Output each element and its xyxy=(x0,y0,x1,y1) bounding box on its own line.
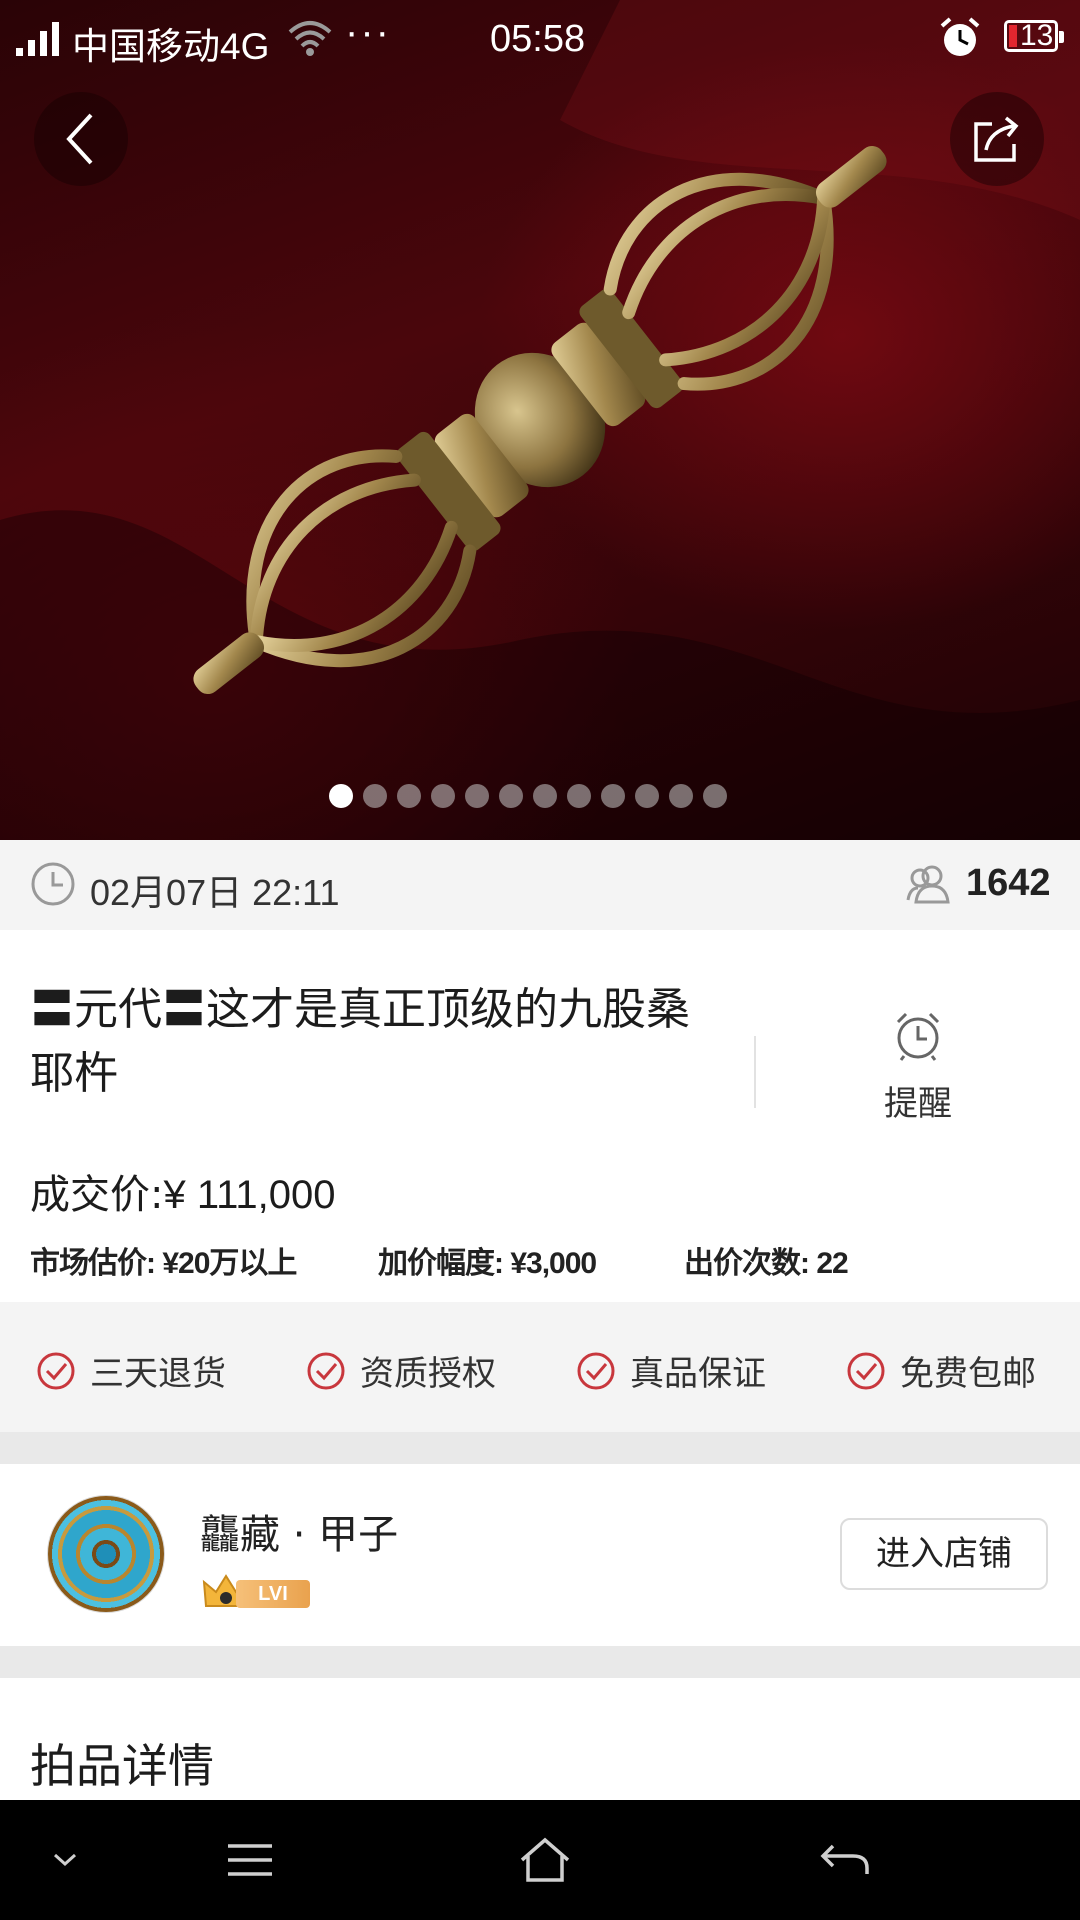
viewer-count: 1642 xyxy=(966,862,1051,904)
product-image-gallery[interactable]: 中国移动4G ··· 05:58 13 xyxy=(0,0,1080,840)
shop-avatar[interactable] xyxy=(48,1496,164,1612)
back-nav-button[interactable] xyxy=(800,1800,890,1920)
enter-shop-button[interactable]: 进入店铺 xyxy=(840,1518,1048,1590)
guarantee-label: 三天退货 xyxy=(90,1354,226,1394)
hide-nav-button[interactable] xyxy=(30,1800,100,1920)
menu-button[interactable] xyxy=(210,1800,290,1920)
auction-info-bar: 02月07日 22:11 1642 xyxy=(0,840,1080,930)
bid-count: 出价次数: 22 xyxy=(684,1247,849,1280)
guarantee-label: 真品保证 xyxy=(630,1354,766,1394)
pagination-dot[interactable] xyxy=(567,784,591,808)
item-details-heading: 拍品详情 xyxy=(30,1739,214,1793)
guarantee-label: 免费包邮 xyxy=(900,1354,1036,1394)
more-indicator: ··· xyxy=(345,10,391,54)
item-title: 〓元代〓这才是真正顶级的九股桑耶杵 xyxy=(30,984,690,1099)
price-label: 成交价: xyxy=(30,1172,164,1218)
chevron-down-icon xyxy=(53,1853,77,1867)
bid-increment: 加价幅度: ¥3,000 xyxy=(378,1247,597,1280)
deal-price: 成交价:¥ 111,000 xyxy=(30,1162,336,1220)
status-time: 05:58 xyxy=(490,18,586,60)
check-circle-icon xyxy=(577,1352,615,1389)
shop-level: LVI xyxy=(236,1580,310,1608)
pagination-dot[interactable] xyxy=(499,784,523,808)
guarantee-item: 真品保证 xyxy=(576,1346,766,1395)
guarantee-bar: 三天退货 资质授权 真品保证 免费包邮 xyxy=(0,1302,1080,1432)
shop-card[interactable]: 龘藏 · 甲子 LVI 进入店铺 xyxy=(0,1464,1080,1646)
guarantee-item: 三天退货 xyxy=(36,1346,226,1395)
menu-icon xyxy=(228,1844,272,1876)
guarantee-label: 资质授权 xyxy=(360,1354,496,1394)
status-bar: 中国移动4G ··· 05:58 13 xyxy=(0,0,1080,80)
pagination-dot[interactable] xyxy=(703,784,727,808)
check-circle-icon xyxy=(847,1352,885,1389)
auction-end-time: 02月07日 22:11 xyxy=(90,872,340,913)
pagination-dot[interactable] xyxy=(669,784,693,808)
back-button[interactable] xyxy=(34,92,128,186)
home-icon xyxy=(520,1837,570,1882)
pagination-dot[interactable] xyxy=(329,784,353,808)
alarm-icon xyxy=(940,17,980,56)
battery-icon: 13 xyxy=(1004,19,1064,52)
pagination-dot[interactable] xyxy=(635,784,659,808)
system-navigation-bar xyxy=(0,1800,1080,1920)
shop-name[interactable]: 龘藏 · 甲子 xyxy=(200,1502,398,1560)
price-value: ¥ 111,000 xyxy=(163,1173,336,1217)
check-circle-icon xyxy=(307,1352,345,1389)
guarantee-item: 免费包邮 xyxy=(846,1346,1036,1395)
pagination-dot[interactable] xyxy=(533,784,557,808)
divider xyxy=(754,1036,756,1108)
section-separator xyxy=(0,1646,1080,1678)
pagination-dot[interactable] xyxy=(363,784,387,808)
check-circle-icon xyxy=(37,1352,75,1389)
remind-button[interactable]: 提醒 xyxy=(860,1010,976,1125)
alarm-clock-icon xyxy=(896,1012,940,1061)
section-separator xyxy=(0,1432,1080,1464)
viewers-icon xyxy=(906,865,950,904)
share-button[interactable] xyxy=(950,92,1044,186)
pagination-dot[interactable] xyxy=(397,784,421,808)
clock-icon xyxy=(31,862,75,906)
share-icon xyxy=(974,116,1019,162)
signal-icon xyxy=(16,22,59,56)
carrier-name: 中国移动4G xyxy=(72,26,270,67)
pagination-dot[interactable] xyxy=(601,784,625,808)
wifi-icon xyxy=(288,21,332,56)
market-estimate: 市场估价: ¥20万以上 xyxy=(30,1247,297,1280)
gallery-pagination[interactable] xyxy=(0,784,1068,808)
pagination-dot[interactable] xyxy=(431,784,455,808)
remind-label: 提醒 xyxy=(884,1084,952,1124)
chevron-left-icon xyxy=(66,113,93,165)
back-arrow-icon xyxy=(820,1844,869,1874)
shop-level-badge: LVI xyxy=(202,1572,312,1612)
home-button[interactable] xyxy=(500,1800,590,1920)
battery-level: 13 xyxy=(1020,19,1054,52)
guarantee-item: 资质授权 xyxy=(306,1346,496,1395)
pagination-dot[interactable] xyxy=(465,784,489,808)
vajra-product-image xyxy=(0,0,1080,840)
